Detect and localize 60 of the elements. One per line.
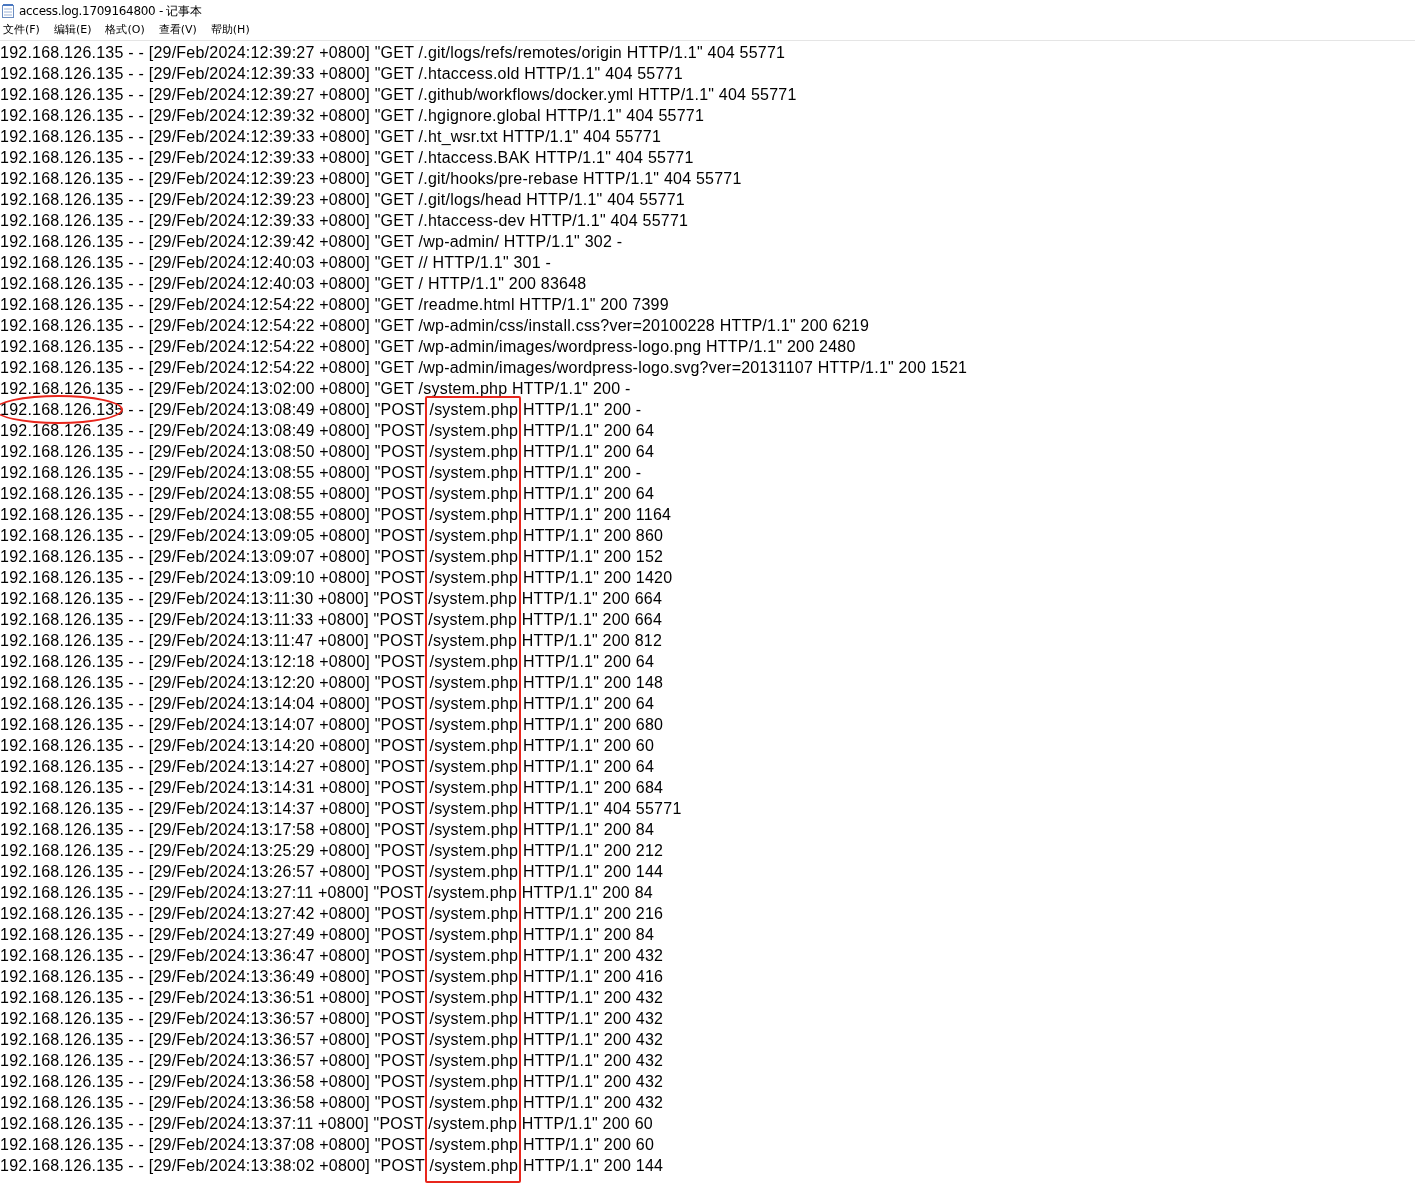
log-line: 192.168.126.135 - - [29/Feb/2024:12:40:03 +0800] "GET // HTTP/1.1" 301 - [0,253,552,273]
log-line: 192.168.126.135 - - [29/Feb/2024:12:54:22 +0800] "GET /wp-admin/css/install.css?ver=20100228 HTTP/1.1" 200 6219 [0,316,870,336]
menu-item[interactable]: 格式(O) [104,22,146,39]
log-line: 192.168.126.135 - - [29/Feb/2024:13:09:10 +0800] "POST /system.php HTTP/1.1" 200 1420 [0,568,673,588]
log-line: 192.168.126.135 - - [29/Feb/2024:13:09:07 +0800] "POST /system.php HTTP/1.1" 200 152 [0,547,664,567]
menu-item[interactable]: 文件(F) [2,22,41,39]
log-line: 192.168.126.135 - - [29/Feb/2024:13:36:58 +0800] "POST /system.php HTTP/1.1" 200 432 [0,1072,664,1092]
log-line: 192.168.126.135 - - [29/Feb/2024:12:39:42 +0800] "GET /wp-admin/ HTTP/1.1" 302 - [0,232,623,252]
log-line: 192.168.126.135 - - [29/Feb/2024:12:39:27 +0800] "GET /.github/workflows/docker.yml HTTP/1.1" 404 55771 [0,85,797,105]
log-line: 192.168.126.135 - - [29/Feb/2024:13:14:31 +0800] "POST /system.php HTTP/1.1" 200 684 [0,778,664,798]
log-line: 192.168.126.135 - - [29/Feb/2024:12:39:33 +0800] "GET /.htaccess.BAK HTTP/1.1" 404 55771 [0,148,694,168]
log-line: 192.168.126.135 - - [29/Feb/2024:13:36:47 +0800] "POST /system.php HTTP/1.1" 200 432 [0,946,664,966]
log-line: 192.168.126.135 - - [29/Feb/2024:12:40:03 +0800] "GET / HTTP/1.1" 200 83648 [0,274,587,294]
log-line: 192.168.126.135 - - [29/Feb/2024:13:37:11 +0800] "POST /system.php HTTP/1.1" 200 60 [0,1114,653,1134]
log-line: 192.168.126.135 - - [29/Feb/2024:13:12:18 +0800] "POST /system.php HTTP/1.1" 200 64 [0,652,655,672]
log-line: 192.168.126.135 - - [29/Feb/2024:13:08:49 +0800] "POST /system.php HTTP/1.1" 200 64 [0,421,655,441]
log-line: 192.168.126.135 - - [29/Feb/2024:13:12:20 +0800] "POST /system.php HTTP/1.1" 200 148 [0,673,664,693]
log-line: 192.168.126.135 - - [29/Feb/2024:13:09:05 +0800] "POST /system.php HTTP/1.1" 200 860 [0,526,664,546]
log-line: 192.168.126.135 - - [29/Feb/2024:12:39:27 +0800] "GET /.git/logs/refs/remotes/origin HTTP/1.1" 404 55771 [0,43,786,63]
log-line: 192.168.126.135 - - [29/Feb/2024:13:14:07 +0800] "POST /system.php HTTP/1.1" 200 680 [0,715,664,735]
log-line: 192.168.126.135 - - [29/Feb/2024:13:08:55 +0800] "POST /system.php HTTP/1.1" 200 - [0,463,642,483]
menu-item[interactable]: 查看(V) [157,22,198,39]
log-line: 192.168.126.135 - - [29/Feb/2024:13:17:58 +0800] "POST /system.php HTTP/1.1" 200 84 [0,820,655,840]
log-line: 192.168.126.135 - - [29/Feb/2024:12:39:23 +0800] "GET /.git/hooks/pre-rebase HTTP/1.1" 404 55771 [0,169,742,189]
log-line: 192.168.126.135 - - [29/Feb/2024:13:14:20 +0800] "POST /system.php HTTP/1.1" 200 60 [0,736,655,756]
log-line: 192.168.126.135 - - [29/Feb/2024:12:39:32 +0800] "GET /.hgignore.global HTTP/1.1" 404 55771 [0,106,705,126]
log-line: 192.168.126.135 - - [29/Feb/2024:13:25:29 +0800] "POST /system.php HTTP/1.1" 200 212 [0,841,664,861]
log-line: 192.168.126.135 - - [29/Feb/2024:12:54:22 +0800] "GET /wp-admin/images/wordpress-logo.svg?ver=20131107 HTTP/1.1" 200 1521 [0,358,968,378]
log-line: 192.168.126.135 - - [29/Feb/2024:13:36:51 +0800] "POST /system.php HTTP/1.1" 200 432 [0,988,664,1008]
log-line: 192.168.126.135 - - [29/Feb/2024:13:08:55 +0800] "POST /system.php HTTP/1.1" 200 1164 [0,505,672,525]
window-title: access.log.1709164800 - 记事本 [19,2,202,20]
log-line: 192.168.126.135 - - [29/Feb/2024:13:36:57 +0800] "POST /system.php HTTP/1.1" 200 432 [0,1051,664,1071]
log-line: 192.168.126.135 - - [29/Feb/2024:12:39:33 +0800] "GET /.ht_wsr.txt HTTP/1.1" 404 55771 [0,127,662,147]
log-line: 192.168.126.135 - - [29/Feb/2024:13:36:49 +0800] "POST /system.php HTTP/1.1" 200 416 [0,967,664,987]
log-line: 192.168.126.135 - - [29/Feb/2024:13:27:11 +0800] "POST /system.php HTTP/1.1" 200 84 [0,883,653,903]
log-line: 192.168.126.135 - - [29/Feb/2024:12:54:22 +0800] "GET /wp-admin/images/wordpress-logo.png HTTP/1.1" 200 2480 [0,337,856,357]
log-line: 192.168.126.135 - - [29/Feb/2024:13:08:50 +0800] "POST /system.php HTTP/1.1" 200 64 [0,442,655,462]
log-line: 192.168.126.135 - - [29/Feb/2024:13:36:58 +0800] "POST /system.php HTTP/1.1" 200 432 [0,1093,664,1113]
log-line: 192.168.126.135 - - [29/Feb/2024:13:11:47 +0800] "POST /system.php HTTP/1.1" 200 812 [0,631,663,651]
log-line: 192.168.126.135 - - [29/Feb/2024:13:14:37 +0800] "POST /system.php HTTP/1.1" 404 55771 [0,799,682,819]
log-line: 192.168.126.135 - - [29/Feb/2024:13:37:08 +0800] "POST /system.php HTTP/1.1" 200 60 [0,1135,655,1155]
log-line: 192.168.126.135 - - [29/Feb/2024:13:11:33 +0800] "POST /system.php HTTP/1.1" 200 664 [0,610,663,630]
menu-item[interactable]: 编辑(E) [52,22,93,39]
log-line: 192.168.126.135 - - [29/Feb/2024:13:08:55 +0800] "POST /system.php HTTP/1.1" 200 64 [0,484,655,504]
log-line: 192.168.126.135 - - [29/Feb/2024:13:27:42 +0800] "POST /system.php HTTP/1.1" 200 216 [0,904,664,924]
log-line: 192.168.126.135 - - [29/Feb/2024:13:36:57 +0800] "POST /system.php HTTP/1.1" 200 432 [0,1030,664,1050]
log-line: 192.168.126.135 - - [29/Feb/2024:12:39:33 +0800] "GET /.htaccess.old HTTP/1.1" 404 55771 [0,64,683,84]
log-line: 192.168.126.135 - - [29/Feb/2024:13:36:57 +0800] "POST /system.php HTTP/1.1" 200 432 [0,1009,664,1029]
log-line: 192.168.126.135 - - [29/Feb/2024:12:39:23 +0800] "GET /.git/logs/head HTTP/1.1" 404 55771 [0,190,685,210]
log-line: 192.168.126.135 - - [29/Feb/2024:12:54:22 +0800] "GET /readme.html HTTP/1.1" 200 7399 [0,295,669,315]
log-line: 192.168.126.135 - - [29/Feb/2024:13:26:57 +0800] "POST /system.php HTTP/1.1" 200 144 [0,862,664,882]
log-line: 192.168.126.135 - - [29/Feb/2024:13:14:27 +0800] "POST /system.php HTTP/1.1" 200 64 [0,757,655,777]
log-line: 192.168.126.135 - - [29/Feb/2024:13:14:04 +0800] "POST /system.php HTTP/1.1" 200 64 [0,694,655,714]
log-line: 192.168.126.135 - - [29/Feb/2024:13:02:00 +0800] "GET /system.php HTTP/1.1" 200 - [0,379,631,399]
log-line: 192.168.126.135 - - [29/Feb/2024:13:27:49 +0800] "POST /system.php HTTP/1.1" 200 84 [0,925,655,945]
notepad-icon [2,3,14,18]
log-line: 192.168.126.135 - - [29/Feb/2024:13:11:30 +0800] "POST /system.php HTTP/1.1" 200 664 [0,589,663,609]
log-line: 192.168.126.135 - - [29/Feb/2024:12:39:33 +0800] "GET /.htaccess-dev HTTP/1.1" 404 55771 [0,211,689,231]
menu-item[interactable]: 帮助(H) [209,22,251,39]
log-line: 192.168.126.135 - - [29/Feb/2024:13:38:02 +0800] "POST /system.php HTTP/1.1" 200 144 [0,1156,664,1176]
